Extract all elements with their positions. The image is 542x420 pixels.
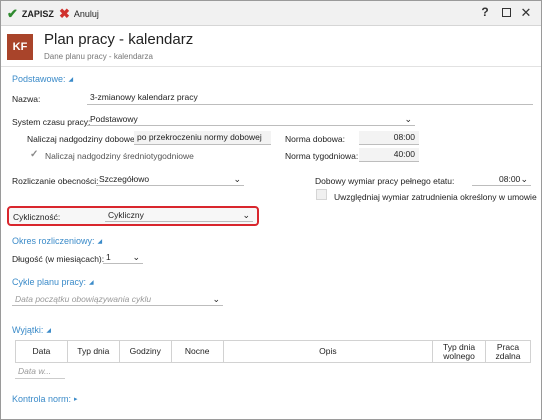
attendance-select[interactable]: Szczegółowo ⌄ [96,172,244,186]
chevron-down-icon: ⌄ [242,209,250,220]
close-window-icon: ✕ [520,5,532,20]
section-work-cycles-label: Cykle planu pracy: [12,277,87,287]
column-header-day-off-type[interactable]: Typ dnia wolnego [432,340,487,363]
help-button[interactable]: ? [478,5,492,19]
daily-fulltime-value: 08:00 [499,173,521,184]
toolbar: ✔ ZAPISZ ✖ Anuluj ? ✕ [1,1,541,26]
attendance-value: Szczegółowo [99,173,150,184]
section-norm-control-toggle[interactable]: Kontrola norm: ▸ [12,394,78,404]
window: ✔ ZAPISZ ✖ Anuluj ? ✕ KF Plan pracy - ka… [0,0,542,420]
time-system-select[interactable]: Podstawowy ⌄ [87,112,415,126]
daily-norm-field: 08:00 [359,131,419,145]
column-header-date[interactable]: Data [15,340,68,363]
app-logo: KF [7,34,33,60]
attendance-label: Rozliczanie obecności: [12,176,99,186]
column-header-night[interactable]: Nocne [170,340,224,363]
daily-fulltime-label: Dobowy wymiar pracy pełnego etatu: [315,176,455,186]
length-value: 1 [106,251,111,262]
close-window-button[interactable]: ✕ [519,5,533,21]
cyclicity-value: Cykliczny [108,209,144,220]
overtime-daily-field: po przekroczeniu normy dobowej [134,131,271,145]
close-icon: ✖ [59,6,70,21]
triangle-up-icon: ◢ [97,238,103,245]
column-header-day-type[interactable]: Typ dnia [66,340,120,363]
section-exceptions-toggle[interactable]: Wyjątki: ◢ [12,325,51,335]
name-input[interactable]: 3-zmianowy kalendarz pracy [87,91,533,105]
section-work-cycles-toggle[interactable]: Cykle planu pracy: ◢ [12,277,94,287]
weekly-norm-label: Norma tygodniowa: [285,151,359,161]
daily-fulltime-select[interactable]: 08:00 ⌄ [472,172,531,186]
section-settlement-period-label: Okres rozliczeniowy: [12,236,95,246]
checkmark-icon: ✔ [7,6,18,21]
save-label: ZAPISZ [21,8,54,19]
cycle-start-date-placeholder: Data początku obowiązywania cyklu [15,293,152,304]
triangle-up-icon: ◢ [89,279,94,286]
column-header-hours[interactable]: Godziny [118,340,172,363]
section-basic-toggle[interactable]: Podstawowe: ◢ [12,74,73,84]
overtime-avg-weekly-label: Naliczaj nadgodziny średniotygodniowe [45,151,194,161]
page-title: Plan pracy - kalendarz [44,31,194,48]
column-header-description[interactable]: Opis [222,340,434,363]
page-subtitle: Dane planu pracy - kalendarza [44,52,153,61]
checkmark-icon: ✓ [30,149,39,160]
length-label: Długość (w miesiącach): [12,254,105,264]
weekly-norm-field: 40:00 [359,148,419,162]
triangle-up-icon: ◢ [46,327,52,334]
section-norm-control-label: Kontrola norm: [12,394,72,404]
maximize-icon [501,8,511,17]
cyclicity-select[interactable]: Cykliczny ⌄ [105,208,253,222]
chevron-down-icon: ⌄ [132,251,140,262]
section-exceptions-label: Wyjątki: [12,325,44,335]
length-select[interactable]: 1 ⌄ [103,250,143,264]
exceptions-header-row: Data Typ dnia Godziny Nocne Opis Typ dni… [15,340,531,363]
chevron-down-icon: ⌄ [520,173,528,184]
cycle-start-date-select[interactable]: Data początku obowiązywania cyklu ⌄ [12,292,223,306]
chevron-down-icon: ⌄ [212,293,220,304]
cancel-label: Anuluj [73,8,99,19]
section-settlement-period-toggle[interactable]: Okres rozliczeniowy: ◢ [12,236,102,246]
page-header: KF Plan pracy - kalendarz Dane planu pra… [1,27,541,67]
triangle-right-icon: ▸ [74,396,78,403]
overtime-avg-weekly-checkbox[interactable]: ✓ [30,149,38,160]
name-label: Nazwa: [12,94,41,104]
chevron-down-icon: ⌄ [404,113,412,124]
chevron-down-icon: ⌄ [233,173,241,184]
daily-norm-label: Norma dobowa: [285,134,346,144]
section-basic-label: Podstawowe: [12,74,66,84]
cancel-button[interactable]: ✖ Anuluj [59,6,99,21]
time-system-value: Podstawowy [90,113,138,124]
overtime-daily-label: Naliczaj nadgodziny dobowe: [27,134,138,144]
time-system-label: System czasu pracy: [12,117,91,127]
column-header-remote-work[interactable]: Praca zdalna [485,340,531,363]
consider-employment-label: Uwzględniaj wymiar zatrudnienia określon… [334,192,537,202]
maximize-button[interactable] [499,5,513,20]
triangle-up-icon: ◢ [68,76,74,83]
save-button[interactable]: ✔ ZAPISZ [7,6,54,21]
cyclicity-label: Cykliczność: [13,212,61,222]
exceptions-table: Data Typ dnia Godziny Nocne Opis Typ dni… [15,340,531,363]
consider-employment-checkbox[interactable] [316,189,327,200]
exception-date-input[interactable]: Data w... [15,365,65,379]
